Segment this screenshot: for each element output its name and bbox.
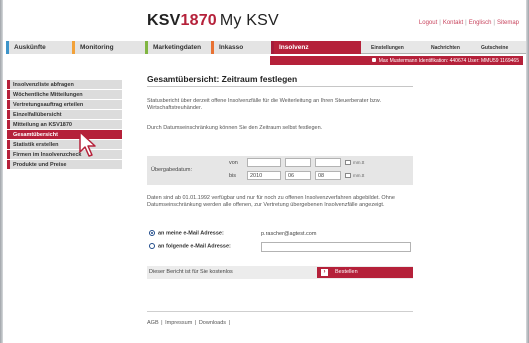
- main-nav: Auskünfte Monitoring Marketingdaten Inka…: [6, 41, 526, 54]
- user-info: Max Mustermann Identifikation: 440674 Us…: [378, 58, 519, 64]
- sidebar-item-vertretungsauftrag[interactable]: Vertretungsauftrag erteilen: [7, 100, 122, 109]
- sidebar-item-insolvenzcheck[interactable]: Firmen im Insolvenzcheck: [7, 150, 122, 159]
- tab-inkasso[interactable]: Inkasso: [211, 41, 271, 54]
- tab-nachrichten[interactable]: Nachrichten: [421, 41, 471, 54]
- tab-monitoring[interactable]: Monitoring: [72, 41, 145, 54]
- my-email-value: p.rascher@agtest.com: [261, 231, 317, 237]
- notice-text: Daten sind ab 01.01.1992 verfügbar und n…: [147, 195, 395, 208]
- to-month-field[interactable]: 06: [285, 171, 311, 180]
- logo-brand: KSV: [147, 12, 181, 29]
- option-other-email[interactable]: an folgende e-Mail Adresse:: [149, 243, 231, 249]
- option-my-email[interactable]: an meine e-Mail Adresse:: [149, 230, 224, 236]
- radio-my-email-label: an meine e-Mail Adresse:: [158, 230, 224, 237]
- logout-link[interactable]: Logout: [419, 20, 437, 26]
- user-bar: Max Mustermann Identifikation: 440674 Us…: [270, 56, 523, 65]
- cost-bar: Dieser Bericht ist für Sie kostenlos › Be…: [147, 266, 413, 279]
- arrow-right-icon: ›: [321, 269, 328, 276]
- radio-my-email[interactable]: [149, 230, 155, 236]
- date-filter-box: Übergabedatum: von mm.tt bis 2010 06 08 …: [147, 156, 413, 185]
- tab-marketingdaten[interactable]: Marketingdaten: [145, 41, 211, 54]
- tab-einstellungen[interactable]: Einstellungen: [361, 41, 421, 54]
- tab-gutscheine[interactable]: Gutscheine: [471, 41, 521, 54]
- order-button-label: Bestellen: [335, 269, 358, 275]
- tab-insolvenz[interactable]: Insolvenz: [271, 41, 361, 54]
- sidebar-item-einzelfall[interactable]: Einzelfallübersicht: [7, 110, 122, 119]
- sitemap-link[interactable]: Sitemap: [497, 20, 519, 26]
- impressum-link[interactable]: Impressum: [165, 320, 192, 326]
- date-label: Übergabedatum:: [151, 167, 192, 173]
- ksv-logo[interactable]: KSV1870 My KSV: [147, 12, 279, 30]
- agb-link[interactable]: AGB: [147, 320, 159, 326]
- from-format: mm.tt: [353, 160, 365, 165]
- radio-other-email-label: an folgende e-Mail Adresse:: [158, 243, 231, 250]
- left-bezel: [0, 0, 3, 343]
- sidebar: Insolvenzliste abfragen Wöchentliche Mit…: [7, 80, 122, 170]
- logo-subtitle: My KSV: [219, 12, 279, 29]
- to-format: mm.tt: [353, 173, 365, 178]
- order-button[interactable]: › Bestellen: [317, 267, 413, 278]
- to-day-field[interactable]: 08: [315, 171, 341, 180]
- englisch-link[interactable]: Englisch: [469, 20, 492, 26]
- main-content: Gesamtübersicht: Zeitraum festlegen: [147, 74, 517, 84]
- cost-text: Dieser Bericht ist für Sie kostenlos: [149, 269, 233, 275]
- radio-other-email[interactable]: [149, 243, 155, 249]
- sidebar-item-statistik[interactable]: Statistik erstellen: [7, 140, 122, 149]
- from-day-field[interactable]: [315, 158, 341, 167]
- sidebar-item-mitteilungen[interactable]: Wöchentliche Mitteilungen: [7, 90, 122, 99]
- sidebar-item-produkte[interactable]: Produkte und Preise: [7, 160, 122, 169]
- downloads-link[interactable]: Downloads: [199, 320, 226, 326]
- from-year-field[interactable]: [247, 158, 281, 167]
- sidebar-item-gesamtuebersicht[interactable]: Gesamtübersicht: [7, 130, 122, 139]
- hint-text: Durch Datumseinschränkung können Sie den…: [147, 125, 323, 131]
- from-label: von: [229, 160, 238, 166]
- page: KSV1870 My KSV Logout | Kontakt | Englisch | Si…: [0, 0, 529, 343]
- other-email-input[interactable]: [261, 242, 411, 252]
- logo-year: 1870: [180, 12, 217, 29]
- mouse-cursor-icon: [79, 131, 96, 157]
- top-links: Logout | Kontakt | Englisch | Sitemap: [418, 20, 519, 26]
- footer-links: AGB | Impressum | Downloads |: [147, 320, 231, 326]
- title-divider: [147, 86, 413, 87]
- sidebar-item-insolvenzliste[interactable]: Insolvenzliste abfragen: [7, 80, 122, 89]
- calendar-icon[interactable]: [345, 173, 351, 178]
- tab-auskuenfte[interactable]: Auskünfte: [6, 41, 72, 54]
- sidebar-item-mitteilung-ksv[interactable]: Mitteilung an KSV1870: [7, 120, 122, 129]
- calendar-icon[interactable]: [345, 160, 351, 165]
- kontakt-link[interactable]: Kontakt: [443, 20, 463, 26]
- from-month-field[interactable]: [285, 158, 311, 167]
- footer-divider: [147, 311, 413, 312]
- to-year-field[interactable]: 2010: [247, 171, 281, 180]
- page-title: Gesamtübersicht: Zeitraum festlegen: [147, 74, 298, 84]
- intro-text: Statusbericht über derzeit offene Insolv…: [147, 98, 381, 111]
- lock-icon: [371, 58, 376, 62]
- to-label: bis: [229, 173, 237, 179]
